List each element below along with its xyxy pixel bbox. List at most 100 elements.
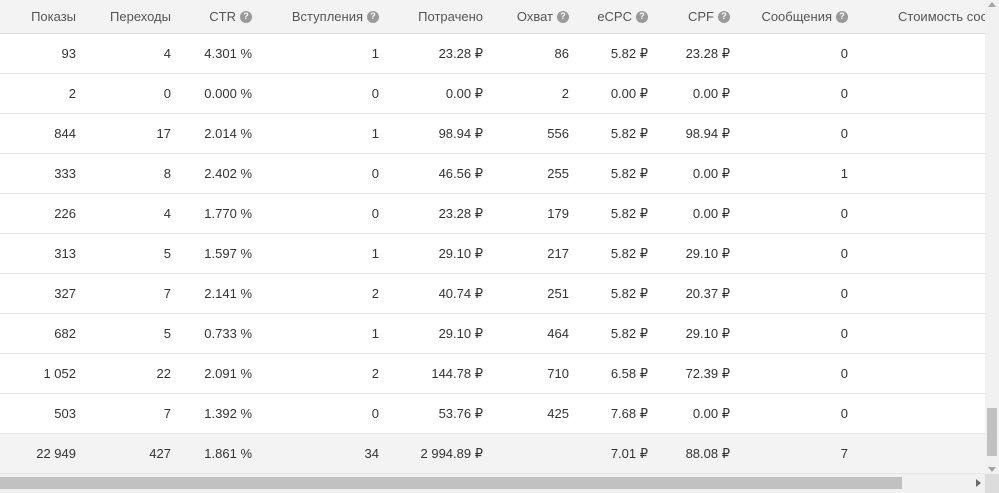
cell-reach: 710 xyxy=(547,366,569,381)
cell-message-cost xyxy=(848,434,985,473)
horizontal-scrollbar[interactable] xyxy=(0,474,985,493)
cell-messages: 0 xyxy=(840,46,848,61)
column-header-message-cost[interactable]: Стоимость соо xyxy=(848,0,985,33)
cell-spent: 40.74 ₽ xyxy=(438,285,483,301)
cell-ecpc: 7.01 ₽ xyxy=(610,445,648,461)
cell-ctr: 1.597 % xyxy=(204,246,252,261)
help-icon[interactable]: ? xyxy=(718,10,730,23)
cell-cpf: 20.37 ₽ xyxy=(685,285,730,301)
cell-message-cost xyxy=(848,354,985,393)
table-row: 333 8 2.402 % 0 46.56 ₽ 255 5.82 ₽ 0.00 ₽ 1 xyxy=(0,154,985,194)
cell-cpf: 72.39 ₽ xyxy=(685,365,730,381)
cell-cpf: 0.00 ₽ xyxy=(692,205,730,221)
cell-spent: 53.76 ₽ xyxy=(438,405,483,421)
cell-reach: 2 xyxy=(561,86,569,101)
cell-spent: 29.10 ₽ xyxy=(438,245,483,261)
table-row: 313 5 1.597 % 1 29.10 ₽ 217 5.82 ₽ 29.10 ₽ 0 xyxy=(0,234,985,274)
table-header-row: Показы Переходы CTR? Вступления? Потрачено Ох… xyxy=(0,0,985,34)
column-header-ecpc[interactable]: eCPC? xyxy=(569,0,648,33)
cell-joins: 0 xyxy=(371,166,379,181)
cell-impressions: 93 xyxy=(61,46,76,61)
cell-joins: 0 xyxy=(371,206,379,221)
cell-ecpc: 5.82 ₽ xyxy=(610,45,648,61)
cell-spent: 0.00 ₽ xyxy=(445,85,483,101)
cell-impressions: 226 xyxy=(54,206,76,221)
cell-impressions: 327 xyxy=(54,286,76,301)
cell-cpf: 0.00 ₽ xyxy=(692,165,730,181)
scroll-down-arrow-icon[interactable] xyxy=(988,467,996,472)
cell-ctr: 1.770 % xyxy=(204,206,252,221)
table-row: 93 4 4.301 % 1 23.28 ₽ 86 5.82 ₽ 23.28 ₽ 0 xyxy=(0,34,985,74)
cell-ctr: 4.301 % xyxy=(204,46,252,61)
column-header-clicks[interactable]: Переходы xyxy=(76,0,171,33)
cell-cpf: 29.10 ₽ xyxy=(685,325,730,341)
horizontal-scrollbar-thumb[interactable] xyxy=(0,477,902,489)
cell-spent: 144.78 ₽ xyxy=(431,365,483,381)
cell-reach: 86 xyxy=(554,46,569,61)
cell-joins: 1 xyxy=(371,246,379,261)
cell-ecpc: 5.82 ₽ xyxy=(610,125,648,141)
cell-clicks: 4 xyxy=(163,46,171,61)
help-icon[interactable]: ? xyxy=(636,10,648,23)
cell-message-cost xyxy=(848,234,985,273)
cell-messages: 7 xyxy=(840,446,848,461)
cell-ecpc: 5.82 ₽ xyxy=(610,325,648,341)
cell-ctr: 0.733 % xyxy=(204,326,252,341)
column-header-messages[interactable]: Сообщения? xyxy=(730,0,848,33)
cell-spent: 2 994.89 ₽ xyxy=(420,445,484,461)
help-icon[interactable]: ? xyxy=(240,10,252,23)
help-icon[interactable]: ? xyxy=(557,10,569,23)
column-header-label: Стоимость соо xyxy=(898,9,985,24)
cell-joins: 2 xyxy=(371,366,379,381)
column-header-ctr[interactable]: CTR? xyxy=(171,0,252,33)
scroll-right-arrow-icon[interactable] xyxy=(976,479,981,487)
column-header-reach[interactable]: Охват? xyxy=(483,0,569,33)
vertical-scrollbar[interactable] xyxy=(985,0,999,474)
cell-clicks: 4 xyxy=(163,206,171,221)
help-icon[interactable]: ? xyxy=(836,10,848,23)
table-row: 226 4 1.770 % 0 23.28 ₽ 179 5.82 ₽ 0.00 ₽ 0 xyxy=(0,194,985,234)
column-header-label: Потрачено xyxy=(418,9,483,24)
cell-clicks: 7 xyxy=(163,406,171,421)
table-row: 503 7 1.392 % 0 53.76 ₽ 425 7.68 ₽ 0.00 ₽ 0 xyxy=(0,394,985,434)
cell-joins: 0 xyxy=(371,406,379,421)
cell-messages: 0 xyxy=(840,326,848,341)
cell-joins: 1 xyxy=(371,326,379,341)
cell-reach: 255 xyxy=(547,166,569,181)
cell-reach: 217 xyxy=(547,246,569,261)
vertical-scrollbar-thumb[interactable] xyxy=(987,408,997,456)
cell-ctr: 2.014 % xyxy=(204,126,252,141)
cell-ctr: 1.392 % xyxy=(204,406,252,421)
column-header-label: CPF xyxy=(688,9,714,24)
cell-messages: 0 xyxy=(840,286,848,301)
column-header-label: Вступления xyxy=(291,9,363,24)
stats-table: Показы Переходы CTR? Вступления? Потрачено Ох… xyxy=(0,0,985,474)
cell-cpf: 98.94 ₽ xyxy=(685,125,730,141)
cell-message-cost xyxy=(848,114,985,153)
help-icon[interactable]: ? xyxy=(367,10,379,23)
cell-spent: 98.94 ₽ xyxy=(438,125,483,141)
cell-impressions: 503 xyxy=(54,406,76,421)
cell-clicks: 22 xyxy=(156,366,171,381)
cell-reach: 464 xyxy=(547,326,569,341)
column-header-impressions[interactable]: Показы xyxy=(0,0,76,33)
cell-messages: 0 xyxy=(840,126,848,141)
cell-clicks: 5 xyxy=(163,326,171,341)
cell-message-cost xyxy=(848,154,985,193)
cell-ecpc: 5.82 ₽ xyxy=(610,285,648,301)
cell-messages: 1 xyxy=(840,166,848,181)
cell-ecpc: 6.58 ₽ xyxy=(610,365,648,381)
cell-clicks: 7 xyxy=(163,286,171,301)
cell-reach: 425 xyxy=(547,406,569,421)
scroll-up-arrow-icon[interactable] xyxy=(988,2,996,7)
cell-messages: 0 xyxy=(840,206,848,221)
cell-impressions: 22 949 xyxy=(36,446,76,461)
cell-clicks: 8 xyxy=(163,166,171,181)
column-header-cpf[interactable]: CPF? xyxy=(648,0,730,33)
cell-ecpc: 5.82 ₽ xyxy=(610,245,648,261)
cell-spent: 29.10 ₽ xyxy=(438,325,483,341)
cell-cpf: 23.28 ₽ xyxy=(685,45,730,61)
column-header-spent[interactable]: Потрачено xyxy=(379,0,483,33)
column-header-joins[interactable]: Вступления? xyxy=(252,0,379,33)
cell-reach xyxy=(483,434,569,473)
